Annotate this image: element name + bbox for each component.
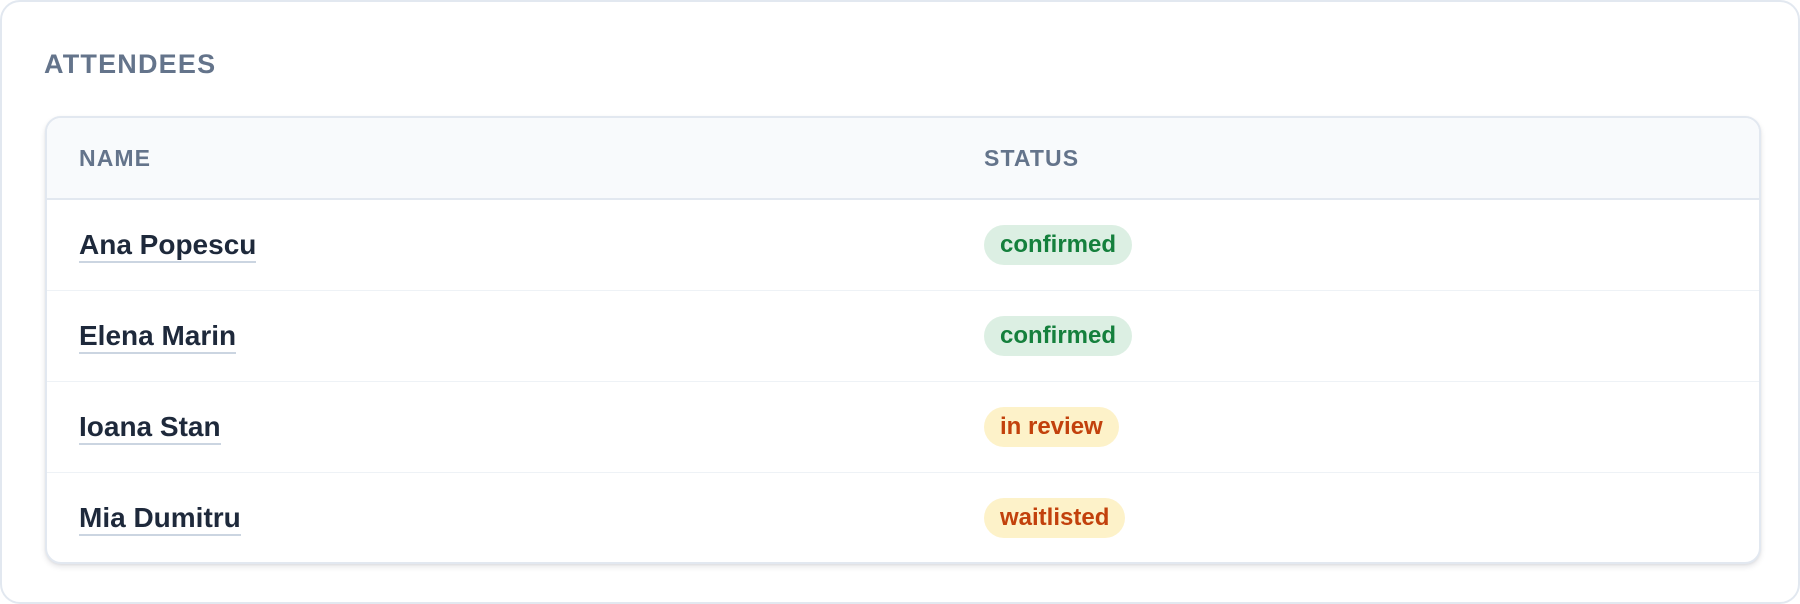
status-cell: in review [952, 381, 1759, 472]
status-cell: confirmed [952, 290, 1759, 381]
section-title: ATTENDEES [44, 49, 217, 79]
status-badge: waitlisted [984, 497, 1126, 538]
name-cell: Ioana Stan [47, 381, 952, 472]
attendees-table-container: NAME STATUS Ana Popescu confirmed Elena … [45, 116, 1761, 564]
attendee-name-link[interactable]: Ana Popescu [79, 228, 257, 263]
column-header-name: NAME [79, 144, 152, 171]
status-cell: confirmed [952, 199, 1759, 290]
table-body: Ana Popescu confirmed Elena Marin confir… [47, 199, 1759, 562]
table-row: Ioana Stan in review [47, 381, 1759, 472]
name-cell: Mia Dumitru [47, 472, 952, 562]
attendees-table: NAME STATUS Ana Popescu confirmed Elena … [47, 118, 1759, 562]
status-badge: in review [984, 406, 1119, 447]
table-row: Mia Dumitru waitlisted [47, 472, 1759, 562]
attendee-name-link[interactable]: Elena Marin [79, 319, 237, 354]
attendee-name-link[interactable]: Mia Dumitru [79, 501, 241, 536]
status-cell: waitlisted [952, 472, 1759, 562]
name-cell: Elena Marin [47, 290, 952, 381]
attendee-name-link[interactable]: Ioana Stan [79, 410, 221, 445]
status-badge: confirmed [984, 315, 1133, 356]
attendees-card: ATTENDEES NAME STATUS Ana Popescu confir… [0, 0, 1800, 604]
table-header-row: NAME STATUS [47, 118, 1759, 199]
table-row: Ana Popescu confirmed [47, 199, 1759, 290]
column-header-status: STATUS [984, 144, 1080, 171]
name-cell: Ana Popescu [47, 199, 952, 290]
table-row: Elena Marin confirmed [47, 290, 1759, 381]
table-header: NAME STATUS [47, 118, 1759, 199]
status-badge: confirmed [984, 224, 1133, 265]
